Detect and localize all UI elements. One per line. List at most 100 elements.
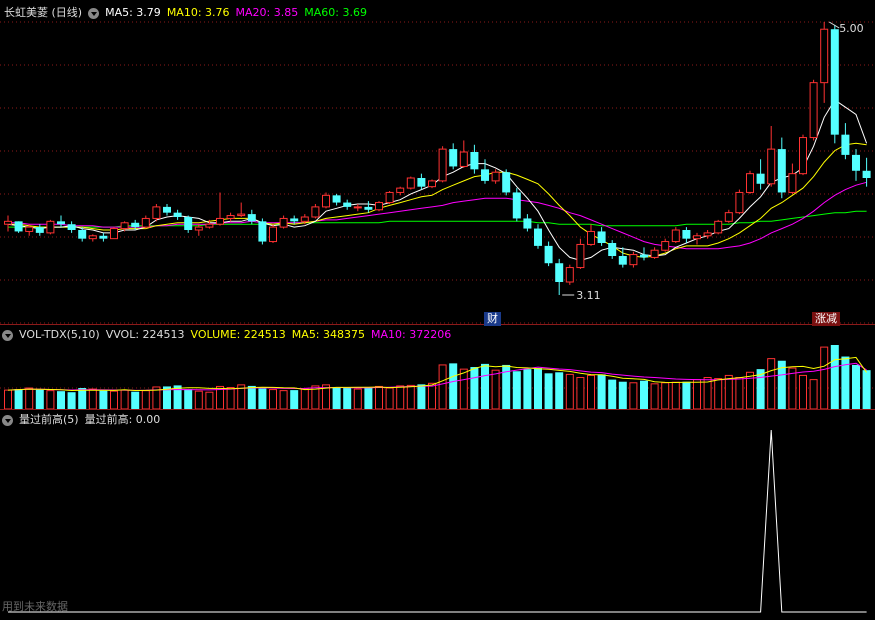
dropdown-icon[interactable] [88, 7, 100, 19]
candle-body [756, 173, 765, 184]
candle-body [4, 220, 12, 225]
volume-bar [417, 384, 426, 409]
low-price-label: 3.11 [576, 289, 601, 302]
ma5-label: MA5: 3.79 [105, 6, 161, 19]
candle-body [35, 227, 44, 233]
volume-header: VOL-TDX(5,10) VVOL: 224513 VOLUME: 22451… [2, 326, 451, 344]
candle-body [714, 220, 723, 234]
volume-bar [608, 379, 617, 409]
volume-bar [714, 378, 723, 410]
volume-bar [279, 390, 288, 410]
candle-body [141, 217, 150, 228]
volume-bar [385, 387, 394, 410]
candle-body [481, 169, 489, 181]
pane-divider [0, 324, 875, 325]
chart-stage: 5.00 3.11 [0, 0, 875, 616]
candle-body [735, 191, 744, 214]
volume-bar [78, 388, 87, 409]
event-tag-zhangjian[interactable]: 涨减 [812, 312, 840, 326]
volume-bar [131, 391, 140, 409]
volume-bar [396, 385, 405, 410]
candle-body [279, 217, 288, 228]
volume-bar [767, 358, 776, 410]
volume-bar [618, 381, 627, 409]
candle-body [396, 187, 405, 193]
candle-body [830, 29, 839, 135]
volume-bar [597, 374, 606, 409]
candle-body [724, 212, 733, 222]
candle-body [14, 221, 23, 232]
candle-body [809, 82, 818, 139]
candle-body [544, 245, 553, 264]
candle-body [205, 223, 214, 228]
volume-bar [544, 373, 553, 409]
dropdown-icon[interactable] [2, 329, 13, 341]
candle-body [364, 206, 373, 210]
candle-body [343, 202, 352, 207]
candle-body [820, 28, 829, 84]
candle-body [290, 218, 299, 222]
volume-bar [512, 371, 521, 409]
candle-body [587, 230, 595, 245]
volume-bar [862, 370, 871, 409]
candle-body [375, 202, 383, 211]
volume-bar [565, 373, 574, 410]
candle-body [152, 206, 161, 219]
vol-ma5-label: MA5: 348375 [291, 328, 366, 341]
volume-bar [682, 381, 691, 409]
chart-svg: 5.00 3.11 [0, 21, 875, 613]
candle-body [862, 170, 871, 178]
volume-bar [300, 388, 309, 410]
candle-body [67, 224, 76, 230]
volume-bar [247, 385, 256, 409]
stock-title: 长虹美菱 (日线) [4, 6, 83, 19]
candle-body [247, 214, 256, 222]
volume-bar [25, 387, 34, 410]
volume-bar [830, 345, 839, 409]
candle-body [618, 256, 627, 265]
indicator-name: 量过前高(5) [19, 413, 79, 426]
volume-bar [820, 346, 829, 410]
volume-bar [650, 383, 659, 410]
candle-body [693, 235, 701, 240]
volume-label: VOLUME: 224513 [190, 328, 286, 341]
vol-label: VOL-TDX(5,10) [19, 328, 100, 341]
ma10-label: MA10: 3.76 [166, 6, 230, 19]
candle-body [841, 134, 850, 155]
dropdown-icon[interactable] [2, 414, 13, 426]
high-price-label: 5.00 [839, 22, 864, 35]
price-header: 长虹美菱 (日线) MA5: 3.79 MA10: 3.76 MA20: 3.8… [4, 4, 367, 22]
volume-bar [269, 389, 277, 410]
candle-body [470, 152, 479, 170]
candle-body [799, 137, 807, 175]
candle-body [322, 194, 330, 208]
candle-body [353, 206, 362, 209]
ma60-label: MA60: 3.69 [304, 6, 367, 19]
volume-bar [661, 382, 670, 410]
volume-bar [35, 389, 44, 409]
volume-bar [576, 377, 585, 410]
volume-bar [459, 368, 468, 410]
candle-body [555, 263, 564, 282]
candle-body [131, 222, 140, 228]
candle-body [237, 213, 246, 217]
candle-body [565, 267, 574, 283]
candle-body [57, 221, 65, 225]
candle-body [534, 228, 542, 246]
event-tag-cai[interactable]: 财 [484, 312, 501, 326]
candle-body [491, 171, 500, 182]
volume-bar [481, 363, 489, 409]
candle-body [120, 222, 129, 230]
volume-bar [375, 385, 383, 410]
candle-body [576, 243, 585, 269]
volume-bar [120, 389, 129, 410]
candle-body [502, 172, 511, 193]
volume-bar [14, 389, 23, 409]
volume-bar [353, 388, 362, 410]
pane-divider [0, 409, 875, 410]
volume-bar [194, 390, 203, 410]
candle-body [703, 232, 712, 237]
ma20-label: MA20: 3.85 [235, 6, 299, 19]
candle-body [523, 218, 532, 229]
volume-bar [364, 387, 373, 409]
